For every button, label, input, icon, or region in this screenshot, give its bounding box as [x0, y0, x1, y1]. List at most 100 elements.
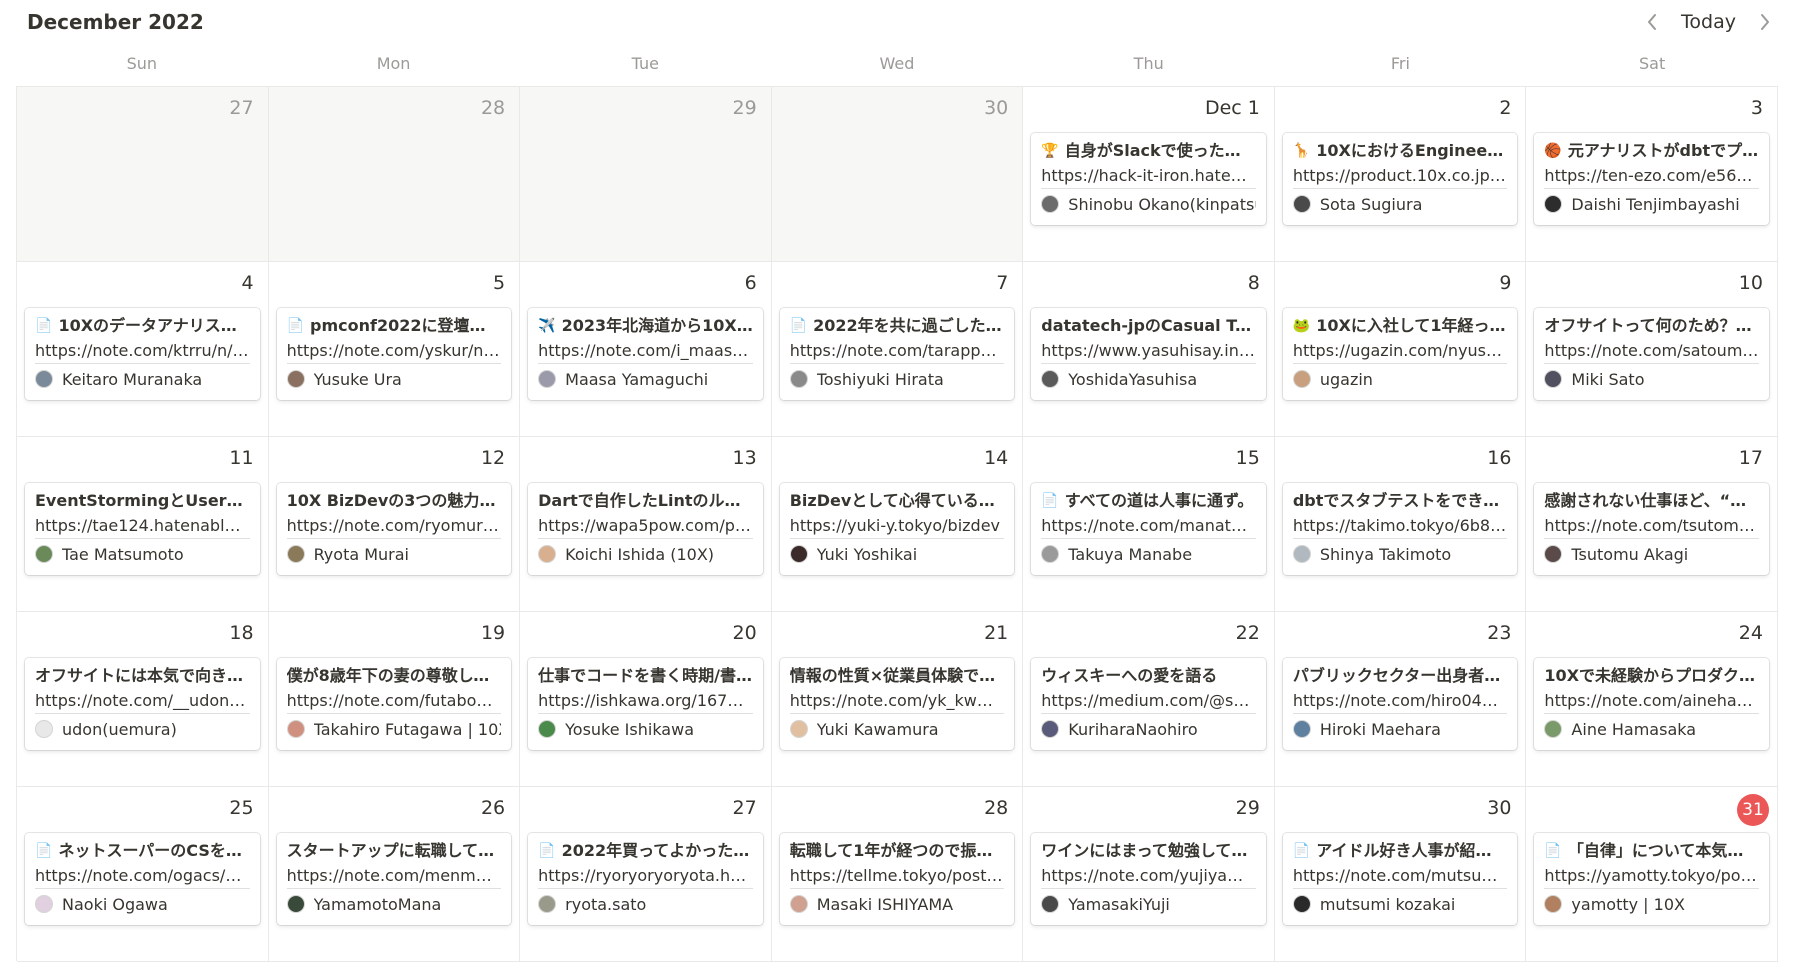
day-cell[interactable]: 18 オフサイトには本気で向き… https://note.com/__udon/……	[17, 612, 269, 787]
day-cell[interactable]: 15 📄 すべての道は人事に通ず。 https://note.com/manata… T…	[1023, 437, 1275, 612]
day-cell[interactable]: 29	[520, 87, 772, 262]
event-card[interactable]: 🦒 10XにおけるEngineeri… https://product.10x.co…	[1282, 133, 1518, 225]
day-cell[interactable]: 4 📄 10Xのデータアナリスト… https://note.com/ktrru/n/…	[17, 262, 269, 437]
event-card[interactable]: 10X BizDevの3つの魅力を… https://note.com/ryomu…	[276, 483, 512, 575]
event-url[interactable]: https://ugazin.com/nyusy…	[1292, 338, 1508, 364]
event-url[interactable]: https://note.com/ryomura…	[286, 513, 502, 539]
event-card[interactable]: 感謝されない仕事ほど、“当… https://note.com/tsutomu… T…	[1534, 483, 1769, 575]
event-url[interactable]: https://note.com/hiro048…	[1292, 688, 1508, 714]
day-cell[interactable]: 6 ✈️ 2023年北海道から10X… https://note.com/i_maas…	[520, 262, 772, 437]
day-cell[interactable]: 5 📄 pmconf2022に登壇す… https://note.com/yskur/…	[268, 262, 521, 437]
event-card[interactable]: 📄 アイドル好き人事が紹介… https://note.com/mutsum… mut…	[1282, 833, 1518, 925]
event-url[interactable]: https://note.com/futaboo…	[286, 688, 502, 714]
previous-month-button[interactable]	[1639, 8, 1665, 36]
event-url[interactable]: https://note.com/yskur/n/…	[286, 338, 502, 364]
day-cell[interactable]: 3 🏀 元アナリストがdbtでプ… https://ten-ezo.com/e56… D…	[1526, 87, 1778, 262]
event-card[interactable]: ワインにはまって勉強して… https://note.com/yujiyam… Ya…	[1031, 833, 1266, 925]
event-card[interactable]: 📄 pmconf2022に登壇す… https://note.com/yskur/n…	[276, 308, 512, 400]
day-cell[interactable]: 11 EventStormingとUserSt… https://tae124.ha…	[17, 437, 269, 612]
event-card[interactable]: 10Xで未経験からプロダク… https://note.com/aineham… A…	[1534, 658, 1769, 750]
event-card[interactable]: オフサイトって何のため？… https://note.com/satoumil… M…	[1534, 308, 1769, 400]
event-url[interactable]: https://note.com/menma1…	[286, 863, 502, 889]
day-cell[interactable]: 28 転職して1年が経つので振り… https://tellme.tokyo/pos…	[771, 787, 1024, 962]
event-card[interactable]: ✈️ 2023年北海道から10X… https://note.com/i_maasa…	[528, 308, 763, 400]
event-card[interactable]: EventStormingとUserSt… https://tae124.hate…	[25, 483, 260, 575]
event-url[interactable]: https://tellme.tokyo/post/…	[789, 863, 1005, 889]
event-card[interactable]: ウィスキーへの愛を語る https://medium.com/@soi… Kurih…	[1031, 658, 1266, 750]
event-url[interactable]: https://note.com/ktrru/n/…	[35, 338, 250, 364]
day-cell[interactable]: 20 仕事でコードを書く時期/書… https://ishkawa.org/1671…	[520, 612, 772, 787]
day-cell[interactable]: 19 僕が8歳年下の妻の尊敬して… https://note.com/futaboo…	[268, 612, 521, 787]
day-cell[interactable]: 30 📄 アイドル好き人事が紹介… https://note.com/mutsum… m…	[1274, 787, 1527, 962]
event-url[interactable]: https://note.com/satoumil…	[1544, 338, 1759, 364]
day-cell[interactable]: 28	[268, 87, 521, 262]
event-card[interactable]: 📄 2022年を共に過ごした… https://note.com/tarappo/……	[779, 308, 1015, 400]
event-url[interactable]: https://note.com/mutsum…	[1292, 863, 1508, 889]
event-url[interactable]: https://note.com/aineham…	[1544, 688, 1759, 714]
day-cell[interactable]: 26 スタートアップに転職して… https://note.com/menma1… Y…	[268, 787, 521, 962]
event-card[interactable]: Dartで自作したLintのルー… https://wapa5pow.com/p……	[528, 483, 763, 575]
day-cell[interactable]: 7 📄 2022年を共に過ごした… https://note.com/tarappo/…	[771, 262, 1024, 437]
day-cell[interactable]: 2 🦒 10XにおけるEngineeri… https://product.10x.c…	[1274, 87, 1527, 262]
event-url[interactable]: https://ishkawa.org/16715…	[538, 688, 753, 714]
event-url[interactable]: https://note.com/tarappo/…	[789, 338, 1005, 364]
day-cell[interactable]: 22 ウィスキーへの愛を語る https://medium.com/@soi… Kur…	[1023, 612, 1275, 787]
day-cell[interactable]: 10 オフサイトって何のため？… https://note.com/satoumil…	[1526, 262, 1778, 437]
event-card[interactable]: 僕が8歳年下の妻の尊敬して… https://note.com/futaboo… T…	[276, 658, 512, 750]
event-card[interactable]: 📄 2022年買ってよかった… https://ryoryoryoryota.ha……	[528, 833, 763, 925]
event-url[interactable]: https://note.com/__udon/…	[35, 688, 250, 714]
next-month-button[interactable]	[1752, 8, 1778, 36]
day-cell[interactable]: 16 dbtでスタブテストをできる… https://takimo.tokyo/6b…	[1274, 437, 1527, 612]
event-url[interactable]: https://product.10x.co.jp/…	[1292, 163, 1508, 189]
event-url[interactable]: https://yamotty.tokyo/pos…	[1544, 863, 1759, 889]
event-url[interactable]: https://note.com/manata…	[1041, 513, 1256, 539]
event-card[interactable]: パブリックセクター出身者… https://note.com/hiro048… Hi…	[1282, 658, 1518, 750]
event-card[interactable]: 情報の性質×従業員体験で取… https://note.com/yk_kwm… Yu…	[779, 658, 1015, 750]
day-cell[interactable]: 31 📄 「自律」について本気出… https://yamotty.tokyo/pos…	[1526, 787, 1778, 962]
event-url[interactable]: https://takimo.tokyo/6b8…	[1292, 513, 1508, 539]
event-url[interactable]: https://www.yasuhisay.inf…	[1041, 338, 1256, 364]
day-cell[interactable]: 14 BizDevとして心得ているこ… https://yuki-y.tokyo/b…	[771, 437, 1024, 612]
event-card[interactable]: 🐸 10Xに入社して1年経っ… https://ugazin.com/nyusy… u…	[1282, 308, 1518, 400]
day-cell[interactable]: 23 パブリックセクター出身者… https://note.com/hiro048……	[1274, 612, 1527, 787]
day-cell[interactable]: 29 ワインにはまって勉強して… https://note.com/yujiyam……	[1023, 787, 1275, 962]
event-card[interactable]: 📄 すべての道は人事に通ず。 https://note.com/manata… Tak…	[1031, 483, 1266, 575]
event-card[interactable]: BizDevとして心得ているこ… https://yuki-y.tokyo/biz…	[779, 483, 1015, 575]
day-cell[interactable]: 8 datatech-jpのCasual Tal… https://www.yasu…	[1023, 262, 1275, 437]
event-card[interactable]: 転職して1年が経つので振り… https://tellme.tokyo/post/…	[779, 833, 1015, 925]
event-url[interactable]: https://wapa5pow.com/p…	[538, 513, 753, 539]
event-card[interactable]: 📄 ネットスーパーのCSを1… https://note.com/ogacs/n… N…	[25, 833, 260, 925]
event-card[interactable]: dbtでスタブテストをできる… https://takimo.tokyo/6b8……	[1282, 483, 1518, 575]
event-card[interactable]: 🏀 元アナリストがdbtでプ… https://ten-ezo.com/e56… Da…	[1534, 133, 1769, 225]
event-url[interactable]: https://hack-it-iron.haten…	[1041, 163, 1256, 189]
event-card[interactable]: 仕事でコードを書く時期/書… https://ishkawa.org/16715……	[528, 658, 763, 750]
day-cell[interactable]: 25 📄 ネットスーパーのCSを1… https://note.com/ogacs/n…	[17, 787, 269, 962]
event-url[interactable]: https://note.com/yk_kwm…	[789, 688, 1005, 714]
event-card[interactable]: datatech-jpのCasual Tal… https://www.yasuh…	[1031, 308, 1266, 400]
event-url[interactable]: https://note.com/yujiyam…	[1041, 863, 1256, 889]
event-url[interactable]: https://medium.com/@soi…	[1041, 688, 1256, 714]
event-url[interactable]: https://tae124.hatenablo…	[35, 513, 250, 539]
day-cell[interactable]: 30	[771, 87, 1024, 262]
day-cell[interactable]: 27 📄 2022年買ってよかった… https://ryoryoryoryota.h…	[520, 787, 772, 962]
event-url[interactable]: https://ten-ezo.com/e56…	[1544, 163, 1759, 189]
event-card[interactable]: スタートアップに転職して… https://note.com/menma1… Yam…	[276, 833, 512, 925]
day-cell[interactable]: 9 🐸 10Xに入社して1年経っ… https://ugazin.com/nyusy……	[1274, 262, 1527, 437]
event-url[interactable]: https://note.com/ogacs/n…	[35, 863, 250, 889]
event-card[interactable]: 📄 「自律」について本気出… https://yamotty.tokyo/pos… y…	[1534, 833, 1769, 925]
event-url[interactable]: https://yuki-y.tokyo/bizdev	[789, 513, 1005, 539]
event-url[interactable]: https://note.com/i_maasa…	[538, 338, 753, 364]
day-cell[interactable]: 24 10Xで未経験からプロダク… https://note.com/aineham…	[1526, 612, 1778, 787]
event-url[interactable]: https://note.com/tsutomu…	[1544, 513, 1759, 539]
event-url[interactable]: https://ryoryoryoryota.ha…	[538, 863, 753, 889]
event-card[interactable]: 🏆 自身がSlackで使ったリ… https://hack-it-iron.hate…	[1031, 133, 1266, 225]
day-cell[interactable]: Dec 1 🏆 自身がSlackで使ったリ… https://hack-it-iron…	[1023, 87, 1275, 262]
day-cell[interactable]: 27	[17, 87, 269, 262]
event-card[interactable]: オフサイトには本気で向き… https://note.com/__udon/… ud…	[25, 658, 260, 750]
day-cell[interactable]: 12 10X BizDevの3つの魅力を… https://note.com/ryo…	[268, 437, 521, 612]
day-cell[interactable]: 17 感謝されない仕事ほど、“当… https://note.com/tsutomu…	[1526, 437, 1778, 612]
event-card[interactable]: 📄 10Xのデータアナリスト… https://note.com/ktrru/n/……	[25, 308, 260, 400]
today-button[interactable]: Today	[1665, 11, 1752, 33]
day-cell[interactable]: 13 Dartで自作したLintのルー… https://wapa5pow.com/…	[520, 437, 772, 612]
day-cell[interactable]: 21 情報の性質×従業員体験で取… https://note.com/yk_kwm……	[771, 612, 1024, 787]
